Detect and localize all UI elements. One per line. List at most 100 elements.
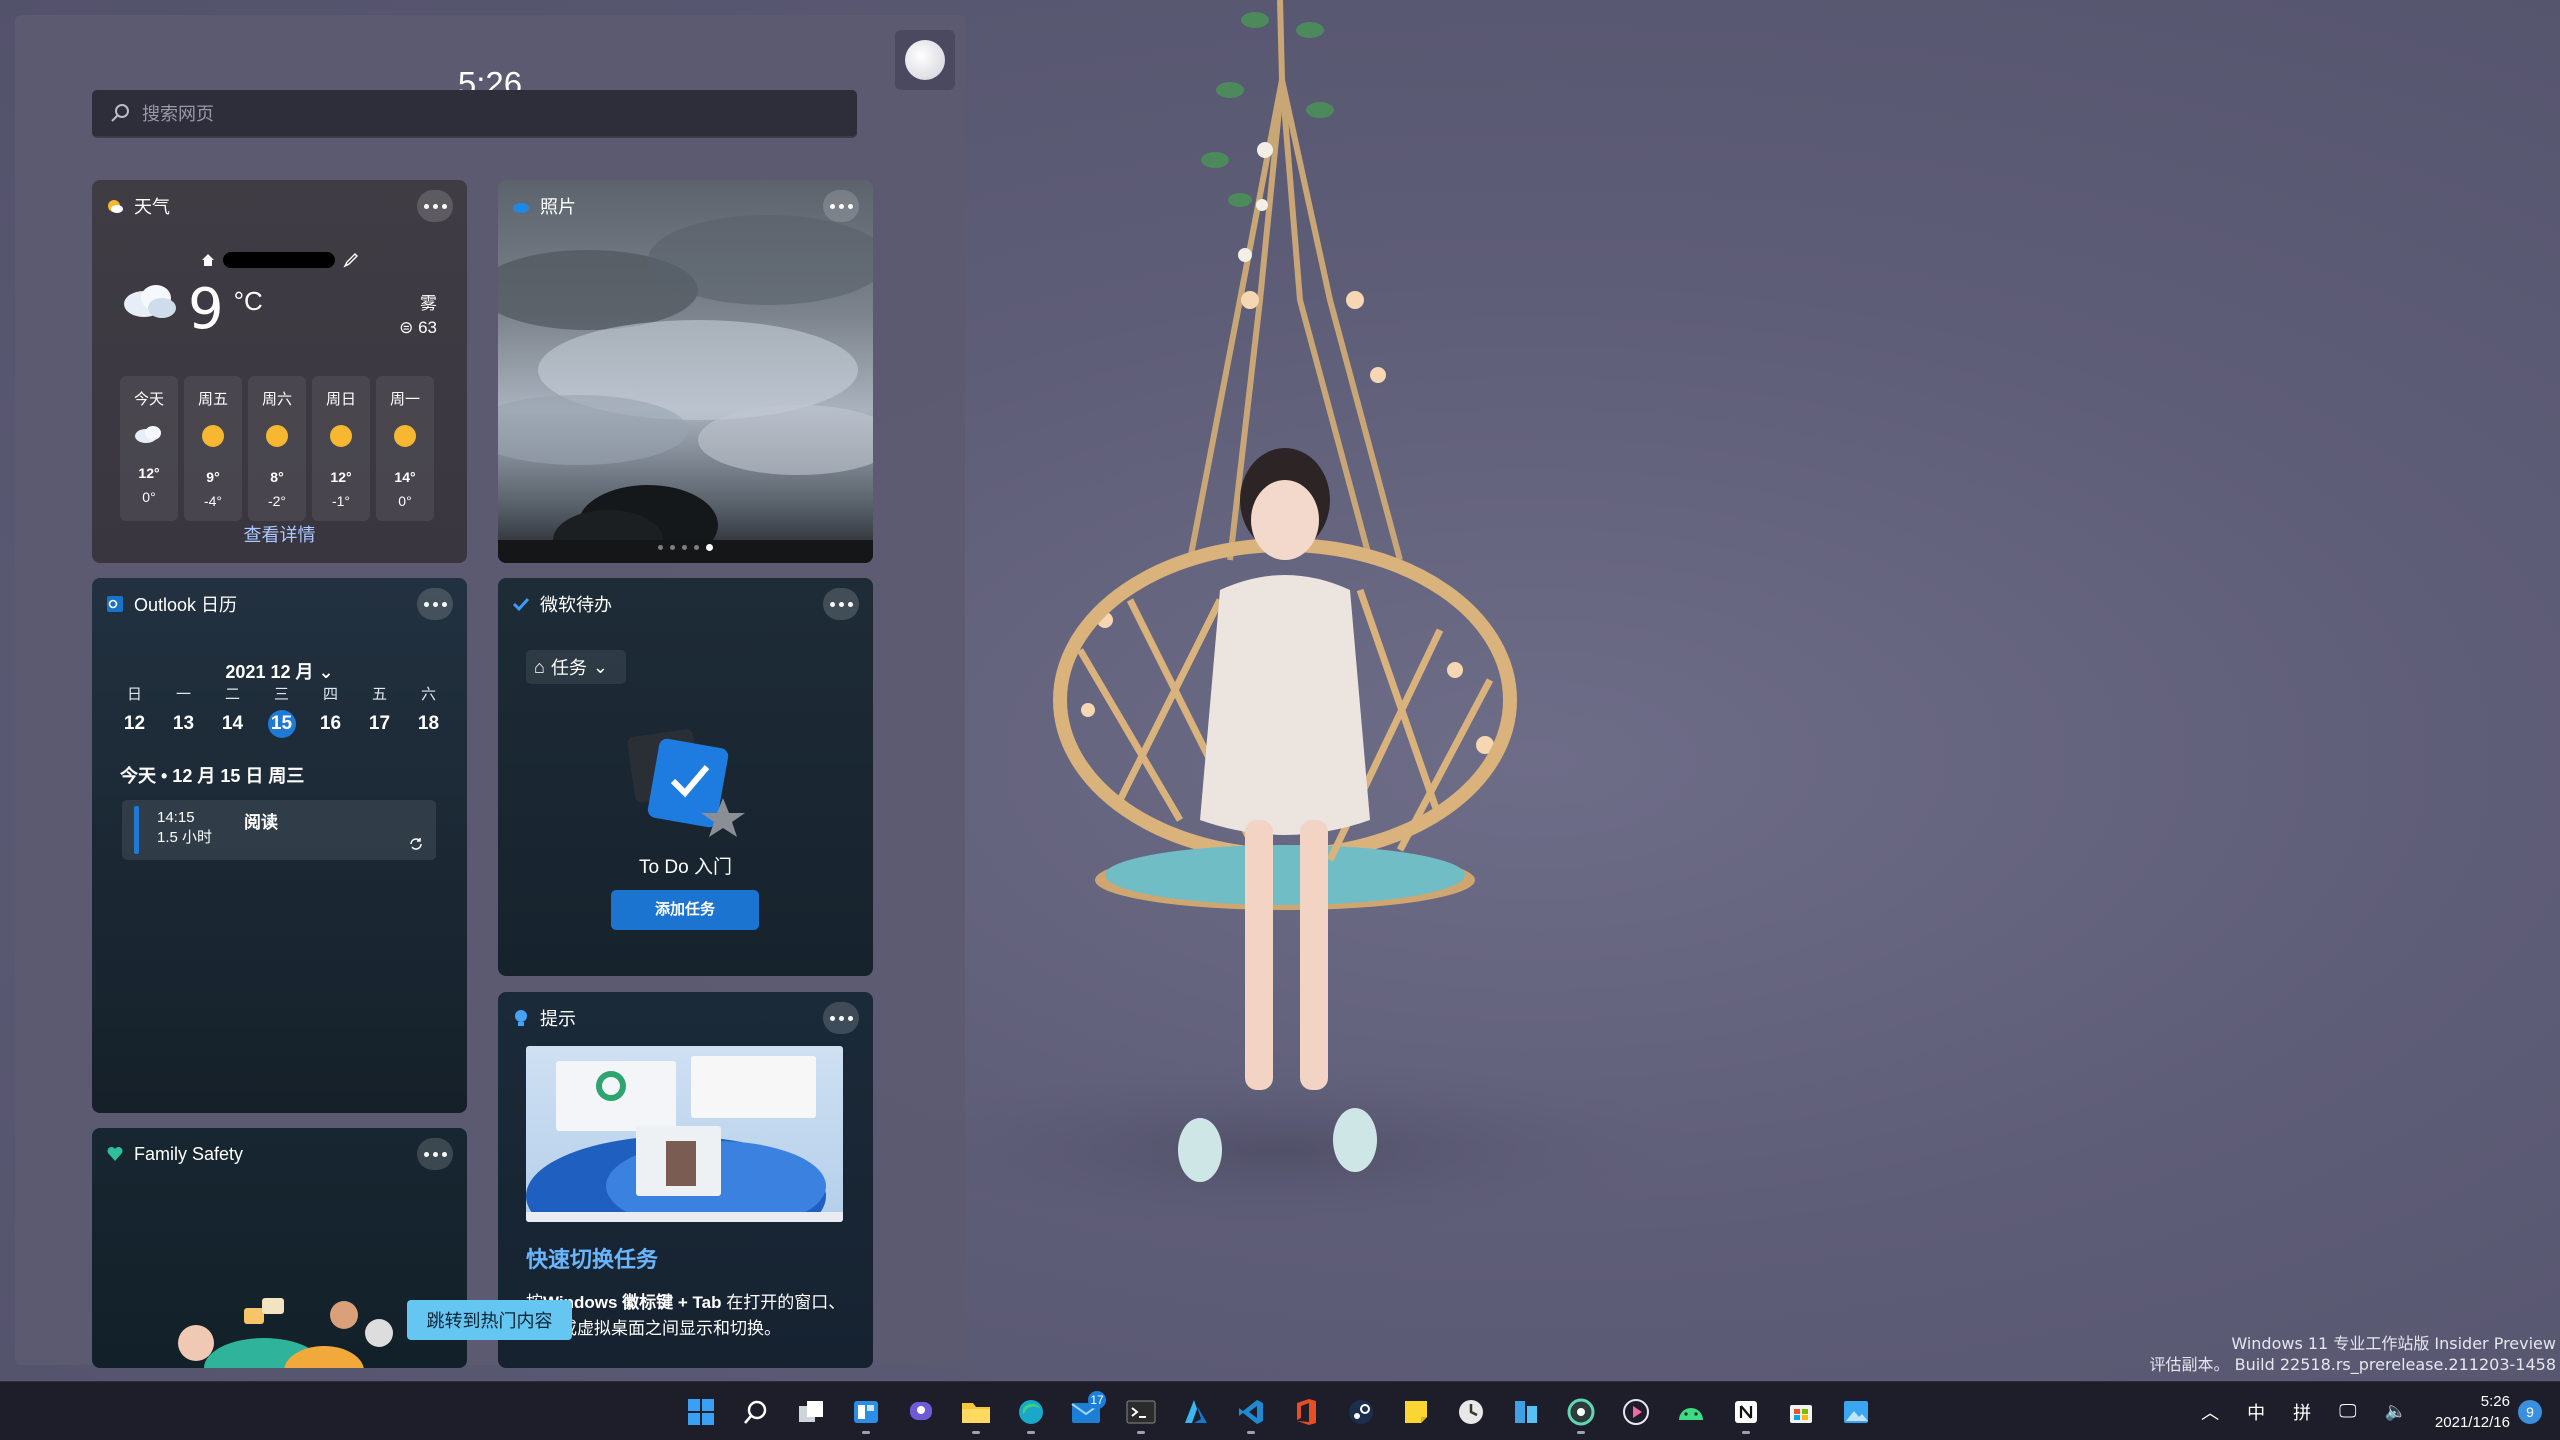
weather-header: 天气 [92, 180, 467, 232]
calendar-day[interactable]: 三 15 [257, 683, 306, 738]
widgets-button[interactable] [846, 1389, 886, 1435]
family-more-button[interactable] [417, 1138, 453, 1170]
calendar-day[interactable]: 五 17 [355, 683, 404, 738]
forecast-high: 14° [394, 469, 416, 485]
ime-mode-indicator[interactable]: 拼 [2293, 1399, 2311, 1425]
forecast-day[interactable]: 周一 14° 0° [376, 376, 434, 521]
vscode-button[interactable] [1231, 1389, 1271, 1435]
mail-badge: 17 [1088, 1390, 1106, 1409]
clock-app-button[interactable] [1451, 1389, 1491, 1435]
vscode-icon [1239, 1399, 1263, 1424]
add-task-button[interactable]: 添加任务 [611, 890, 759, 930]
folder-icon [962, 1402, 990, 1423]
office-button[interactable] [1286, 1389, 1326, 1435]
task-view-button[interactable] [791, 1389, 831, 1435]
chevron-down-icon: ⌄ [318, 662, 334, 682]
outlook-calendar-widget[interactable]: Outlook 日历 2021 12 月 ⌄ 日 12 一 13 二 14 三 15 四 16 五 1… [92, 578, 467, 1113]
calendar-day[interactable]: 日 12 [110, 683, 159, 738]
tips-header: 提示 [498, 992, 873, 1044]
profile-avatar-button[interactable] [895, 30, 955, 90]
calendar-month: 2021 12 月 [225, 662, 314, 682]
tips-bulb-icon [515, 1010, 527, 1026]
aqi-icon: ⊜ [399, 318, 419, 337]
todo-more-button[interactable] [823, 588, 859, 620]
calendar-day[interactable]: 四 16 [306, 683, 355, 738]
calendar-day[interactable]: 一 13 [159, 683, 208, 738]
edit-pencil-icon[interactable] [342, 252, 359, 268]
start-button[interactable] [681, 1389, 721, 1435]
ms-store-button[interactable] [1781, 1389, 1821, 1435]
forecast-day-name: 周一 [389, 391, 420, 408]
forecast-day[interactable]: 周日 12° -1° [312, 376, 370, 521]
calendar-more-button[interactable] [417, 588, 453, 620]
forecast-low: -1° [331, 493, 351, 509]
file-explorer-button[interactable] [956, 1389, 996, 1435]
notification-count-badge[interactable]: 9 [2518, 1399, 2542, 1424]
running-indicator [972, 1430, 980, 1434]
weather-current: 9 °C [122, 280, 263, 340]
todo-check-icon [512, 597, 530, 612]
weather-details-link[interactable]: 查看详情 [92, 521, 467, 547]
calendar-month-picker[interactable]: 2021 12 月 ⌄ [92, 658, 467, 684]
weather-more-button[interactable] [417, 190, 453, 222]
tips-more-button[interactable] [823, 1002, 859, 1034]
chat-button[interactable] [901, 1389, 941, 1435]
ime-language-indicator[interactable]: 中 [2247, 1399, 2265, 1425]
calendar-today-label: 今天 • 12 月 15 日 周三 [120, 766, 305, 786]
edge-button[interactable] [1011, 1389, 1051, 1435]
todo-empty-title: To Do 入门 [639, 857, 732, 878]
forecast-day[interactable]: 周六 8° -2° [248, 376, 306, 521]
home-icon [201, 254, 214, 266]
sticky-notes-button[interactable] [1396, 1389, 1436, 1435]
terminal-button[interactable] [1121, 1389, 1161, 1435]
volume-icon[interactable]: 🔈 [2385, 1401, 2407, 1422]
android-icon [1679, 1407, 1703, 1420]
todo-list-selector[interactable]: ⌂ 任务 ⌄ [526, 650, 626, 684]
forecast-low: -4° [203, 493, 223, 509]
jump-to-top-stories-button[interactable]: 跳转到热门内容 [407, 1300, 572, 1340]
calendar-header: Outlook 日历 [92, 578, 467, 630]
azure-button[interactable] [1176, 1389, 1216, 1435]
windows-store-button[interactable] [1506, 1389, 1546, 1435]
terminal-icon [1126, 1400, 1156, 1423]
calendar-title: Outlook 日历 [134, 595, 238, 615]
event-color-bar [134, 806, 139, 854]
weather-condition-text: 雾 [420, 294, 437, 313]
calendar-day[interactable]: 六 18 [404, 683, 453, 738]
microsoft-todo-widget[interactable]: 微软待办 ⌂ 任务 ⌄ To Do 入门 添加任务 [498, 578, 873, 976]
photos-header: 照片 [498, 180, 873, 232]
steam-button[interactable] [1341, 1389, 1381, 1435]
family-header: Family Safety [92, 1128, 467, 1180]
watermark-line1: Windows 11 专业工作站版 Insider Preview [2231, 1334, 2556, 1353]
calendar-weekday: 一 [175, 686, 191, 703]
calendar-event[interactable]: 14:15 1.5 小时 阅读 [122, 800, 436, 860]
mail-button[interactable]: 17 [1066, 1389, 1106, 1435]
photos-button[interactable] [1836, 1389, 1876, 1435]
network-icon[interactable]: 🖵 [2339, 1401, 2356, 1422]
photos-more-button[interactable] [823, 190, 859, 222]
event-start: 14:15 [157, 809, 195, 826]
forecast-day[interactable]: 周五 9° -4° [184, 376, 242, 521]
todo-header: 微软待办 [498, 578, 873, 630]
weather-location[interactable] [92, 252, 467, 268]
android-button[interactable] [1671, 1389, 1711, 1435]
taskbar: 17 ︿ 中 拼 🖵 🔈 5:26 2021/12/16 9 [0, 1381, 2560, 1440]
taskbar-clock[interactable]: 5:26 2021/12/16 [2435, 1391, 2510, 1433]
play-icon [1623, 1398, 1649, 1425]
show-hidden-icons-chevron[interactable]: ︿ [2201, 1399, 2219, 1425]
media-player-button[interactable] [1616, 1389, 1656, 1435]
tips-screenshot [526, 1046, 843, 1222]
family-heart-icon [107, 1146, 123, 1161]
notion-button[interactable] [1726, 1389, 1766, 1435]
photos-widget[interactable]: 照片 [498, 180, 873, 563]
calendar-date: 18 [417, 713, 440, 734]
weather-widget[interactable]: 天气 9 °C 雾 ⊜ 63 今天 12° 0° 周五 9° -4° 周六 8° -2° 周日 12… [92, 180, 467, 563]
photo-carousel-dots[interactable] [498, 544, 873, 551]
forecast-day[interactable]: 今天 12° 0° [120, 376, 178, 521]
photos-title: 照片 [540, 197, 576, 217]
app-circle-button[interactable] [1561, 1389, 1601, 1435]
calendar-day[interactable]: 二 14 [208, 683, 257, 738]
search-button[interactable] [736, 1389, 776, 1435]
web-search-box[interactable]: 搜索网页 [92, 90, 857, 138]
search-placeholder: 搜索网页 [142, 104, 214, 124]
